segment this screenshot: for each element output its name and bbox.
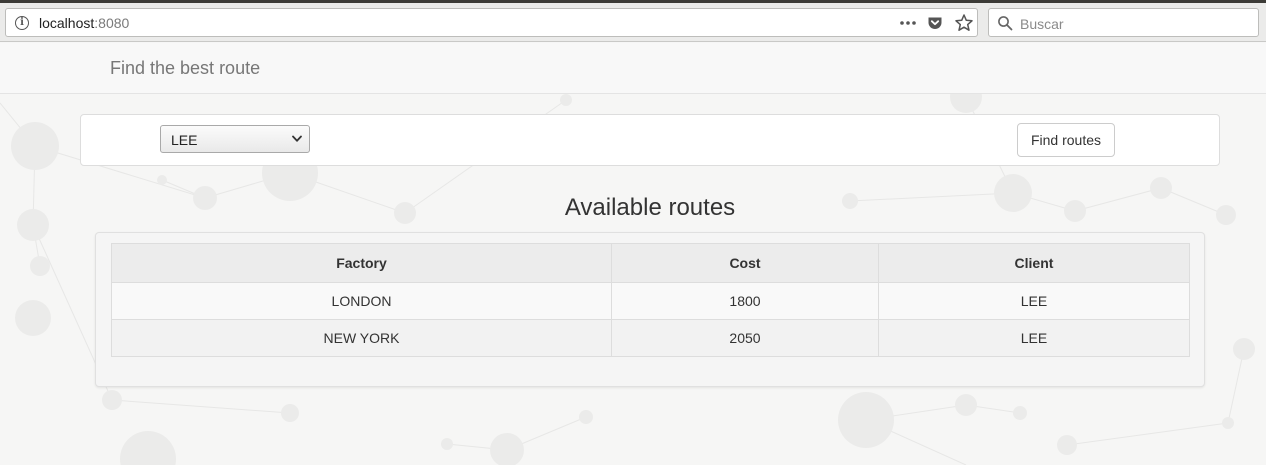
browser-toolbar: i localhost:8080 Buscar xyxy=(0,3,1266,42)
routes-table-container: Factory Cost Client LONDON 1800 LEE NEW … xyxy=(95,232,1205,387)
factory-cell: LONDON xyxy=(111,282,612,320)
search-placeholder: Buscar xyxy=(1020,16,1064,32)
cost-cell: 1800 xyxy=(611,282,879,320)
chevron-down-icon xyxy=(292,135,302,142)
client-select[interactable]: LEE xyxy=(160,125,310,153)
url-text[interactable]: localhost:8080 xyxy=(39,15,129,31)
navbar-brand[interactable]: Find the best route xyxy=(110,58,260,79)
search-bar[interactable]: Buscar xyxy=(988,8,1259,37)
client-cell: LEE xyxy=(878,282,1190,320)
table-header-row: Factory Cost Client xyxy=(111,243,1190,283)
available-routes-title: Available routes xyxy=(564,194,736,221)
page-content: Find the best route LEE Find routes Avai… xyxy=(0,43,1266,465)
url-host: localhost xyxy=(39,15,95,31)
search-icon xyxy=(998,16,1013,31)
table-row: NEW YORK 2050 LEE xyxy=(111,319,1190,357)
factory-cell: NEW YORK xyxy=(111,319,612,357)
bookmark-star-icon[interactable] xyxy=(954,13,974,33)
page-actions-dots-icon[interactable] xyxy=(897,12,919,34)
client-cell: LEE xyxy=(878,319,1190,357)
routes-table: Factory Cost Client LONDON 1800 LEE NEW … xyxy=(111,243,1190,357)
table-row: LONDON 1800 LEE xyxy=(111,282,1190,320)
url-bar[interactable]: i localhost:8080 xyxy=(5,8,978,37)
client-select-value: LEE xyxy=(171,132,198,148)
column-header-client: Client xyxy=(878,243,1190,283)
info-icon[interactable]: i xyxy=(15,16,29,30)
url-port: :8080 xyxy=(94,15,130,31)
column-header-factory: Factory xyxy=(111,243,612,283)
pocket-icon[interactable] xyxy=(927,15,943,31)
find-routes-button[interactable]: Find routes xyxy=(1017,123,1115,157)
route-search-form: LEE Find routes xyxy=(80,114,1220,166)
cost-cell: 2050 xyxy=(611,319,879,357)
navbar: Find the best route xyxy=(0,43,1266,94)
column-header-cost: Cost xyxy=(611,243,879,283)
